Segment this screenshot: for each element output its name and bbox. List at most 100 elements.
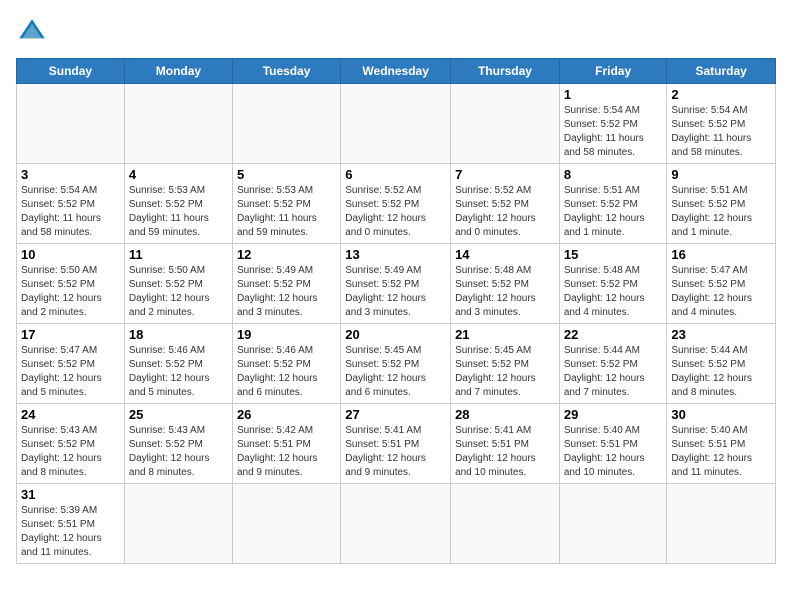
day-number: 30	[671, 407, 771, 422]
calendar-cell: 11Sunrise: 5:50 AM Sunset: 5:52 PM Dayli…	[124, 244, 232, 324]
day-number: 6	[345, 167, 446, 182]
day-info: Sunrise: 5:45 AM Sunset: 5:52 PM Dayligh…	[345, 344, 446, 400]
day-number: 26	[237, 407, 336, 422]
calendar-cell: 12 Sunrise: 5:49 AM Sunset: 5:52 PM Dayli…	[232, 244, 340, 324]
day-info: Sunrise: 5:46 AM Sunset: 5:52 PM Dayligh…	[129, 344, 228, 400]
calendar-week-1: 3Sunrise: 5:54 AM Sunset: 5:52 PM Daylig…	[17, 164, 776, 244]
page-container: SundayMondayTuesdayWednesdayThursdayFrid…	[16, 16, 776, 564]
day-number: 16	[671, 247, 771, 262]
day-info: Sunrise: 5:44 AM Sunset: 5:52 PM Dayligh…	[671, 344, 771, 400]
day-number: 23	[671, 327, 771, 342]
calendar-week-5: 31 Sunrise: 5:39 AM Sunset: 5:51 PM Dayli…	[17, 484, 776, 564]
day-number: 14	[455, 247, 555, 262]
day-number: 8	[564, 167, 663, 182]
day-info: Sunrise: 5:48 AM Sunset: 5:52 PM Dayligh…	[455, 264, 555, 320]
day-number: 1	[564, 87, 663, 102]
calendar-cell: 17Sunrise: 5:47 AM Sunset: 5:52 PM Dayli…	[17, 324, 125, 404]
calendar-cell: 13Sunrise: 5:49 AM Sunset: 5:52 PM Dayli…	[341, 244, 451, 324]
calendar-cell: 5 Sunrise: 5:53 AM Sunset: 5:52 PM Daylig…	[232, 164, 340, 244]
calendar-cell	[451, 484, 560, 564]
day-info: Sunrise: 5:46 AM Sunset: 5:52 PM Dayligh…	[237, 344, 336, 400]
weekday-header-wednesday: Wednesday	[341, 59, 451, 84]
calendar-cell: 9 Sunrise: 5:51 AM Sunset: 5:52 PM Daylig…	[667, 164, 776, 244]
calendar-cell: 3Sunrise: 5:54 AM Sunset: 5:52 PM Daylig…	[17, 164, 125, 244]
day-number: 24	[21, 407, 120, 422]
day-number: 21	[455, 327, 555, 342]
calendar-cell: 29 Sunrise: 5:40 AM Sunset: 5:51 PM Dayli…	[559, 404, 667, 484]
calendar-table: SundayMondayTuesdayWednesdayThursdayFrid…	[16, 58, 776, 564]
day-info: Sunrise: 5:40 AM Sunset: 5:51 PM Dayligh…	[564, 424, 663, 480]
day-info: Sunrise: 5:52 AM Sunset: 5:52 PM Dayligh…	[455, 184, 555, 240]
day-info: Sunrise: 5:49 AM Sunset: 5:52 PM Dayligh…	[237, 264, 336, 320]
calendar-week-2: 10 Sunrise: 5:50 AM Sunset: 5:52 PM Dayli…	[17, 244, 776, 324]
calendar-cell	[341, 84, 451, 164]
day-info: Sunrise: 5:52 AM Sunset: 5:52 PM Dayligh…	[345, 184, 446, 240]
day-number: 19	[237, 327, 336, 342]
logo-icon	[16, 16, 48, 48]
day-number: 13	[345, 247, 446, 262]
calendar-cell	[232, 484, 340, 564]
calendar-cell: 1 Sunrise: 5:54 AM Sunset: 5:52 PM Daylig…	[559, 84, 667, 164]
calendar-cell: 22 Sunrise: 5:44 AM Sunset: 5:52 PM Dayli…	[559, 324, 667, 404]
calendar-cell: 14 Sunrise: 5:48 AM Sunset: 5:52 PM Dayli…	[451, 244, 560, 324]
calendar-cell: 24Sunrise: 5:43 AM Sunset: 5:52 PM Dayli…	[17, 404, 125, 484]
calendar-cell: 15 Sunrise: 5:48 AM Sunset: 5:52 PM Dayli…	[559, 244, 667, 324]
calendar-cell: 25Sunrise: 5:43 AM Sunset: 5:52 PM Dayli…	[124, 404, 232, 484]
day-number: 27	[345, 407, 446, 422]
day-info: Sunrise: 5:44 AM Sunset: 5:52 PM Dayligh…	[564, 344, 663, 400]
calendar-cell: 31 Sunrise: 5:39 AM Sunset: 5:51 PM Dayli…	[17, 484, 125, 564]
calendar-cell: 7 Sunrise: 5:52 AM Sunset: 5:52 PM Daylig…	[451, 164, 560, 244]
calendar-cell: 18Sunrise: 5:46 AM Sunset: 5:52 PM Dayli…	[124, 324, 232, 404]
day-info: Sunrise: 5:51 AM Sunset: 5:52 PM Dayligh…	[564, 184, 663, 240]
day-number: 5	[237, 167, 336, 182]
calendar-cell: 8 Sunrise: 5:51 AM Sunset: 5:52 PM Daylig…	[559, 164, 667, 244]
calendar-cell	[667, 484, 776, 564]
day-info: Sunrise: 5:48 AM Sunset: 5:52 PM Dayligh…	[564, 264, 663, 320]
day-info: Sunrise: 5:54 AM Sunset: 5:52 PM Dayligh…	[21, 184, 120, 240]
day-number: 4	[129, 167, 228, 182]
day-number: 22	[564, 327, 663, 342]
day-info: Sunrise: 5:39 AM Sunset: 5:51 PM Dayligh…	[21, 504, 120, 560]
calendar-cell: 28 Sunrise: 5:41 AM Sunset: 5:51 PM Dayli…	[451, 404, 560, 484]
calendar-week-0: 1 Sunrise: 5:54 AM Sunset: 5:52 PM Daylig…	[17, 84, 776, 164]
header	[16, 16, 776, 48]
calendar-cell	[124, 84, 232, 164]
day-number: 12	[237, 247, 336, 262]
day-number: 9	[671, 167, 771, 182]
day-number: 15	[564, 247, 663, 262]
calendar-cell: 20Sunrise: 5:45 AM Sunset: 5:52 PM Dayli…	[341, 324, 451, 404]
calendar-cell: 23 Sunrise: 5:44 AM Sunset: 5:52 PM Dayli…	[667, 324, 776, 404]
day-number: 29	[564, 407, 663, 422]
weekday-header-tuesday: Tuesday	[232, 59, 340, 84]
calendar-week-3: 17Sunrise: 5:47 AM Sunset: 5:52 PM Dayli…	[17, 324, 776, 404]
day-number: 2	[671, 87, 771, 102]
weekday-header-saturday: Saturday	[667, 59, 776, 84]
calendar-cell	[559, 484, 667, 564]
weekday-header-row: SundayMondayTuesdayWednesdayThursdayFrid…	[17, 59, 776, 84]
weekday-header-monday: Monday	[124, 59, 232, 84]
day-info: Sunrise: 5:50 AM Sunset: 5:52 PM Dayligh…	[21, 264, 120, 320]
day-info: Sunrise: 5:41 AM Sunset: 5:51 PM Dayligh…	[455, 424, 555, 480]
calendar-cell: 6 Sunrise: 5:52 AM Sunset: 5:52 PM Daylig…	[341, 164, 451, 244]
calendar-cell: 19 Sunrise: 5:46 AM Sunset: 5:52 PM Dayli…	[232, 324, 340, 404]
calendar-cell	[451, 84, 560, 164]
calendar-cell: 21Sunrise: 5:45 AM Sunset: 5:52 PM Dayli…	[451, 324, 560, 404]
calendar-cell: 26 Sunrise: 5:42 AM Sunset: 5:51 PM Dayli…	[232, 404, 340, 484]
day-info: Sunrise: 5:54 AM Sunset: 5:52 PM Dayligh…	[671, 104, 771, 160]
day-info: Sunrise: 5:51 AM Sunset: 5:52 PM Dayligh…	[671, 184, 771, 240]
day-number: 7	[455, 167, 555, 182]
day-number: 17	[21, 327, 120, 342]
day-number: 10	[21, 247, 120, 262]
day-info: Sunrise: 5:53 AM Sunset: 5:52 PM Dayligh…	[237, 184, 336, 240]
calendar-cell	[17, 84, 125, 164]
day-info: Sunrise: 5:42 AM Sunset: 5:51 PM Dayligh…	[237, 424, 336, 480]
calendar-week-4: 24Sunrise: 5:43 AM Sunset: 5:52 PM Dayli…	[17, 404, 776, 484]
calendar-cell: 10 Sunrise: 5:50 AM Sunset: 5:52 PM Dayli…	[17, 244, 125, 324]
calendar-cell: 30 Sunrise: 5:40 AM Sunset: 5:51 PM Dayli…	[667, 404, 776, 484]
day-number: 31	[21, 487, 120, 502]
day-info: Sunrise: 5:50 AM Sunset: 5:52 PM Dayligh…	[129, 264, 228, 320]
day-info: Sunrise: 5:54 AM Sunset: 5:52 PM Dayligh…	[564, 104, 663, 160]
day-number: 28	[455, 407, 555, 422]
day-info: Sunrise: 5:40 AM Sunset: 5:51 PM Dayligh…	[671, 424, 771, 480]
weekday-header-friday: Friday	[559, 59, 667, 84]
